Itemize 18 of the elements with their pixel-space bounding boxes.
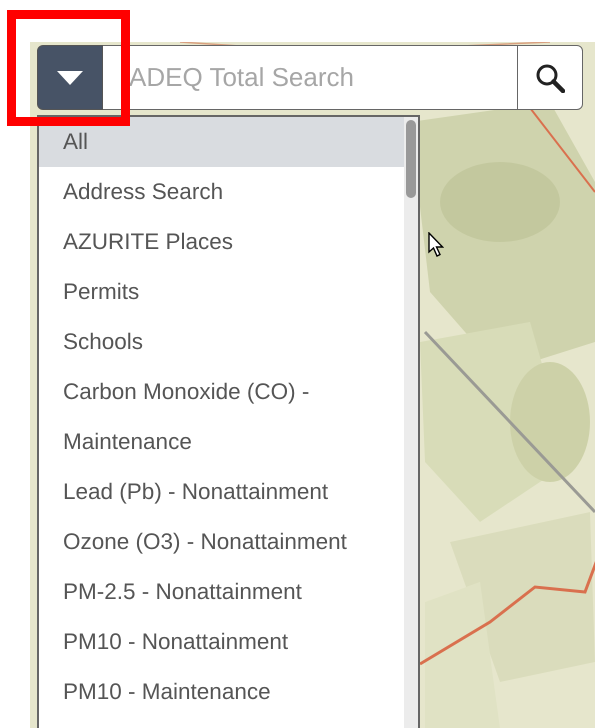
dropdown-item[interactable]: Permits	[39, 267, 404, 317]
dropdown-item[interactable]: Address Search	[39, 167, 404, 217]
dropdown-button[interactable]	[37, 45, 103, 110]
scrollbar[interactable]	[404, 117, 418, 728]
dropdown-item[interactable]: All	[39, 117, 404, 167]
search-field[interactable]: ADEQ Total Search	[103, 45, 517, 110]
dropdown-item[interactable]: PM-2.5 - Nonattainment	[39, 567, 404, 617]
caret-icon	[57, 70, 83, 84]
dropdown-item[interactable]: Ozone (O3) - Nonattainment	[39, 517, 404, 567]
dropdown-item[interactable]: AZURITE Places	[39, 217, 404, 267]
search-button[interactable]	[517, 45, 583, 110]
dropdown-item[interactable]: Schools	[39, 317, 404, 367]
cursor-icon	[428, 232, 444, 258]
dropdown-item[interactable]: PM10 - Maintenance	[39, 667, 404, 717]
search-icon	[535, 62, 565, 92]
dropdown-item[interactable]: Lead (Pb) - Nonattainment	[39, 467, 404, 517]
dropdown-item[interactable]: PM10 - Nonattainment	[39, 617, 404, 667]
dropdown-item[interactable]: Carbon Monoxide (CO) - Maintenance	[39, 367, 404, 467]
